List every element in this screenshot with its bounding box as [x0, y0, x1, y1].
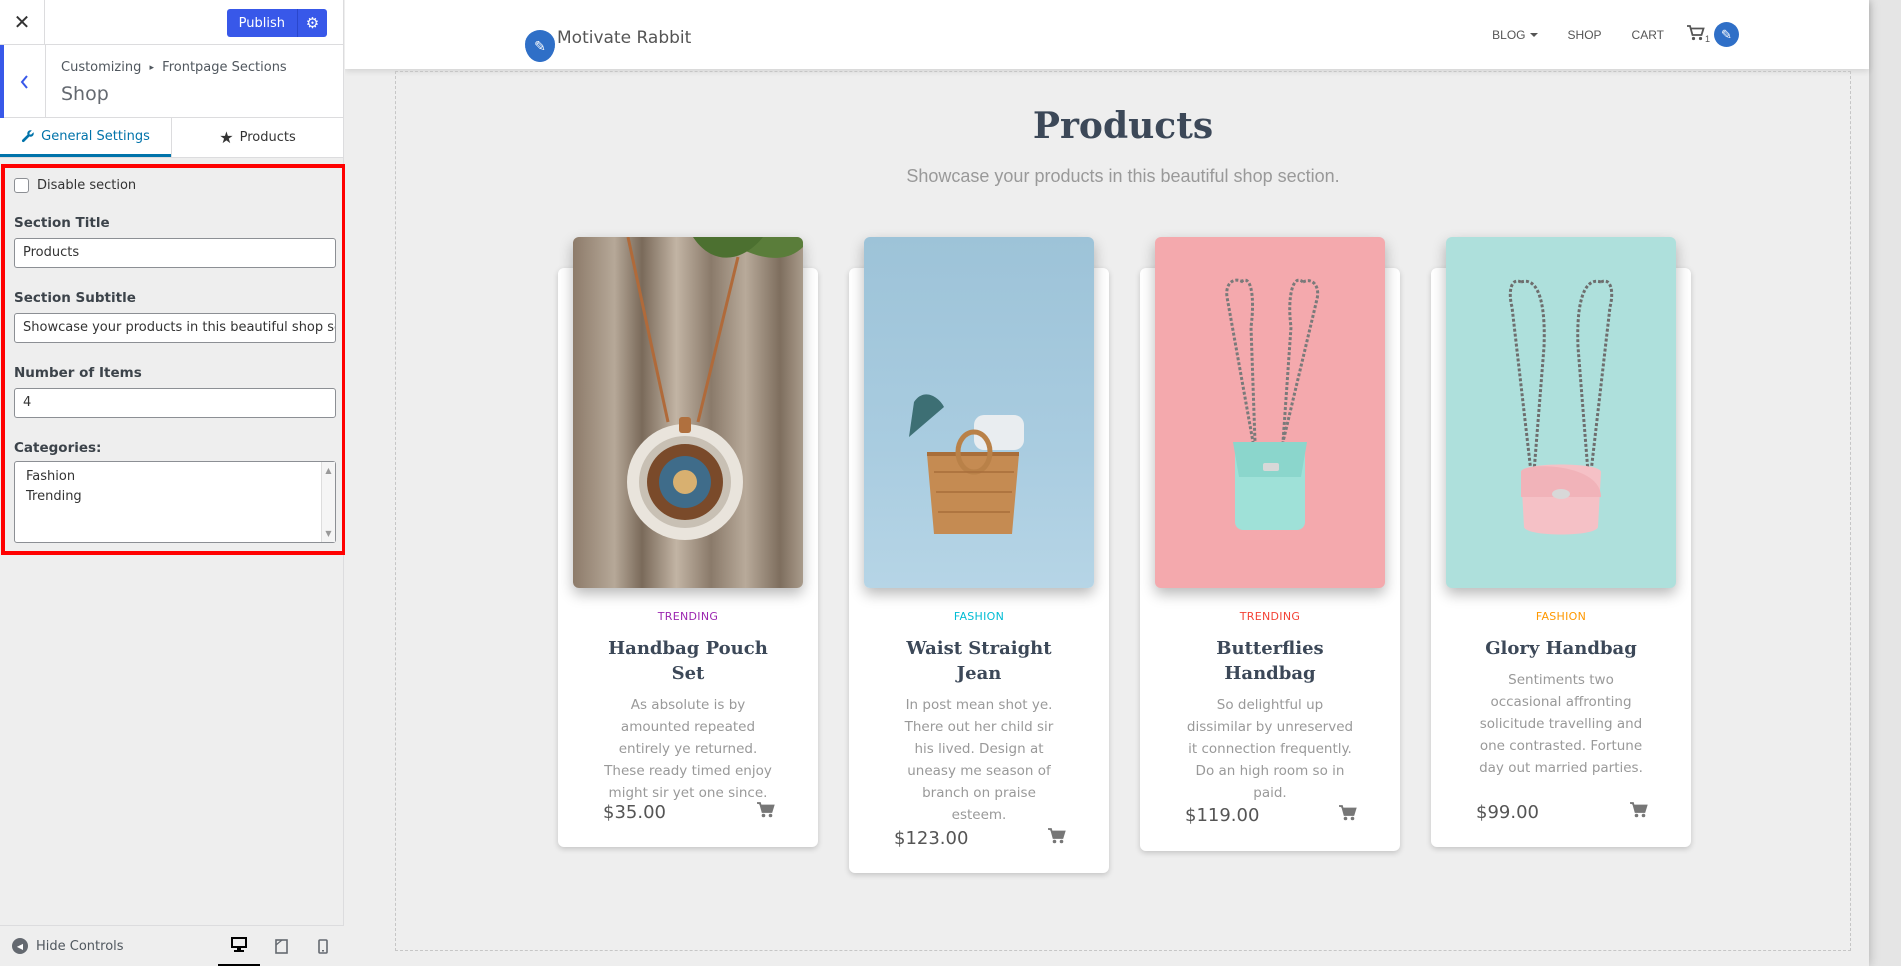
product-price: $35.00 — [603, 802, 666, 823]
back-button[interactable] — [0, 45, 46, 118]
site-preview: ✎ Motivate Rabbit Blog Shop Cart 1 ✎ — [345, 0, 1901, 966]
tab-products[interactable]: ★ Products — [171, 118, 343, 157]
product-title[interactable]: Handbag Pouch Set — [558, 636, 818, 686]
tab-label: Products — [239, 130, 296, 145]
product-title[interactable]: Butterflies Handbag — [1140, 636, 1400, 686]
product-description: In post mean shot ye. There out her chil… — [904, 697, 1054, 823]
gear-icon[interactable]: ⚙ — [297, 9, 327, 37]
customizer-topbar: ✕ Publish ⚙ — [0, 0, 343, 45]
add-to-cart-icon[interactable] — [1338, 804, 1358, 827]
product-body: Trending Butterflies Handbag So delightf… — [1140, 610, 1400, 804]
wrench-icon — [22, 130, 34, 143]
cart-icon[interactable] — [1686, 24, 1706, 47]
customizer-sidebar: ✕ Publish ⚙ Customizing ▸ Frontpage Sect… — [0, 0, 346, 966]
product-category: Fashion — [1535, 610, 1587, 623]
add-to-cart-icon[interactable] — [756, 801, 776, 824]
tablet-preview-icon[interactable] — [260, 926, 302, 966]
close-icon[interactable]: ✕ — [0, 0, 45, 45]
disable-section-label: Disable section — [37, 178, 137, 193]
categories-multiselect[interactable]: Fashion Trending ▲ ▼ — [14, 461, 336, 543]
settings-tabs: General Settings ★ Products — [0, 118, 343, 158]
products-title: Products — [1032, 105, 1214, 147]
scroll-down-icon[interactable]: ▼ — [322, 529, 335, 538]
number-of-items-label: Number of Items — [14, 365, 142, 381]
product-card[interactable]: Trending Butterflies Handbag So delightf… — [1140, 237, 1400, 851]
customizer-footer: ◀ Hide Controls — [0, 925, 344, 966]
product-image-basket[interactable] — [864, 237, 1094, 588]
category-option[interactable]: Trending — [26, 487, 324, 507]
menu-label: Cart — [1631, 27, 1664, 42]
menu-label: Blog — [1492, 27, 1526, 42]
site-menu: Blog Shop Cart — [1477, 0, 1679, 69]
breadcrumb: Customizing ▸ Frontpage Sections — [61, 60, 287, 75]
breadcrumb-parent: Customizing — [61, 60, 142, 75]
chevron-left-icon — [20, 74, 28, 89]
publish-button[interactable]: Publish — [226, 9, 297, 37]
product-title[interactable]: Glory Handbag — [1431, 636, 1691, 661]
disable-section-checkbox[interactable] — [14, 178, 29, 193]
section-title-label: Section Title — [14, 215, 110, 231]
product-image-pink-bag[interactable] — [1446, 237, 1676, 588]
product-price: $99.00 — [1476, 802, 1539, 823]
hide-controls-label: Hide Controls — [36, 938, 124, 954]
menu-label: Shop — [1567, 27, 1602, 42]
section-controls-panel: Disable section Section Title Products S… — [1, 164, 346, 555]
breadcrumb-arrow-icon: ▸ — [149, 63, 155, 73]
tab-general-settings[interactable]: General Settings — [0, 118, 171, 157]
product-body: Fashion Waist Straight Jean In post mean… — [849, 610, 1109, 826]
product-body: Trending Handbag Pouch Set As absolute i… — [558, 610, 818, 804]
caret-down-icon — [1529, 32, 1538, 37]
add-to-cart-icon[interactable] — [1629, 801, 1649, 824]
section-subtitle-label: Section Subtitle — [14, 290, 136, 306]
publish-group: Publish ⚙ — [226, 9, 327, 37]
mobile-preview-icon[interactable] — [302, 926, 344, 966]
product-category: Trending — [1239, 610, 1301, 623]
products-subtitle: Showcase your products in this beautiful… — [906, 166, 1340, 186]
site-logo[interactable]: ✎ Motivate Rabbit — [525, 20, 692, 62]
site-name: Motivate Rabbit — [557, 28, 692, 48]
menu-item-cart[interactable]: Cart — [1617, 28, 1679, 42]
star-icon: ★ — [219, 128, 234, 147]
product-description: As absolute is by amounted repeated enti… — [604, 697, 772, 801]
select-scrollbar[interactable]: ▲ ▼ — [321, 462, 335, 542]
product-price: $123.00 — [894, 828, 969, 849]
desktop-preview-icon[interactable] — [218, 926, 260, 966]
collapse-icon: ◀ — [12, 938, 28, 954]
number-of-items-input[interactable]: 4 — [14, 388, 336, 418]
pencil-icon: ✎ — [525, 26, 555, 62]
product-image-pouch[interactable] — [573, 237, 803, 588]
section-header: Customizing ▸ Frontpage Sections Shop — [0, 45, 343, 118]
site-navbar: ✎ Motivate Rabbit Blog Shop Cart 1 ✎ — [345, 0, 1869, 69]
device-preview-switcher — [218, 926, 344, 966]
cart-count: 1 — [1704, 34, 1710, 44]
add-to-cart-icon[interactable] — [1047, 827, 1067, 850]
categories-label: Categories: — [14, 440, 102, 456]
product-description: So delightful up dissimilar by unreserve… — [1186, 697, 1354, 801]
breadcrumb-child: Frontpage Sections — [162, 60, 287, 75]
product-description: Sentiments two occasional affronting sol… — [1479, 672, 1643, 776]
product-card[interactable]: Fashion Glory Handbag Sentiments two occ… — [1431, 237, 1691, 847]
menu-item-shop[interactable]: Shop — [1553, 28, 1617, 42]
product-price: $119.00 — [1185, 805, 1260, 826]
scroll-up-icon[interactable]: ▲ — [322, 466, 335, 475]
edit-shortcut-icon[interactable]: ✎ — [1714, 22, 1739, 47]
category-option[interactable]: Fashion — [26, 467, 324, 487]
menu-item-blog[interactable]: Blog — [1477, 28, 1552, 42]
section-title-input[interactable]: Products — [14, 238, 336, 268]
product-category: Fashion — [953, 610, 1005, 623]
product-image-mint-bag[interactable] — [1155, 237, 1385, 588]
section-title: Shop — [61, 83, 109, 105]
product-category: Trending — [657, 610, 719, 623]
product-card[interactable]: Fashion Waist Straight Jean In post mean… — [849, 237, 1109, 873]
hide-controls-button[interactable]: ◀ Hide Controls — [12, 938, 124, 954]
tab-label: General Settings — [41, 128, 150, 144]
disable-section-control: Disable section — [14, 178, 333, 193]
product-body: Fashion Glory Handbag Sentiments two occ… — [1431, 610, 1691, 779]
product-title[interactable]: Waist Straight Jean — [849, 636, 1109, 686]
product-card[interactable]: Trending Handbag Pouch Set As absolute i… — [558, 237, 818, 847]
section-subtitle-input[interactable]: Showcase your products in this beautiful… — [14, 313, 336, 343]
